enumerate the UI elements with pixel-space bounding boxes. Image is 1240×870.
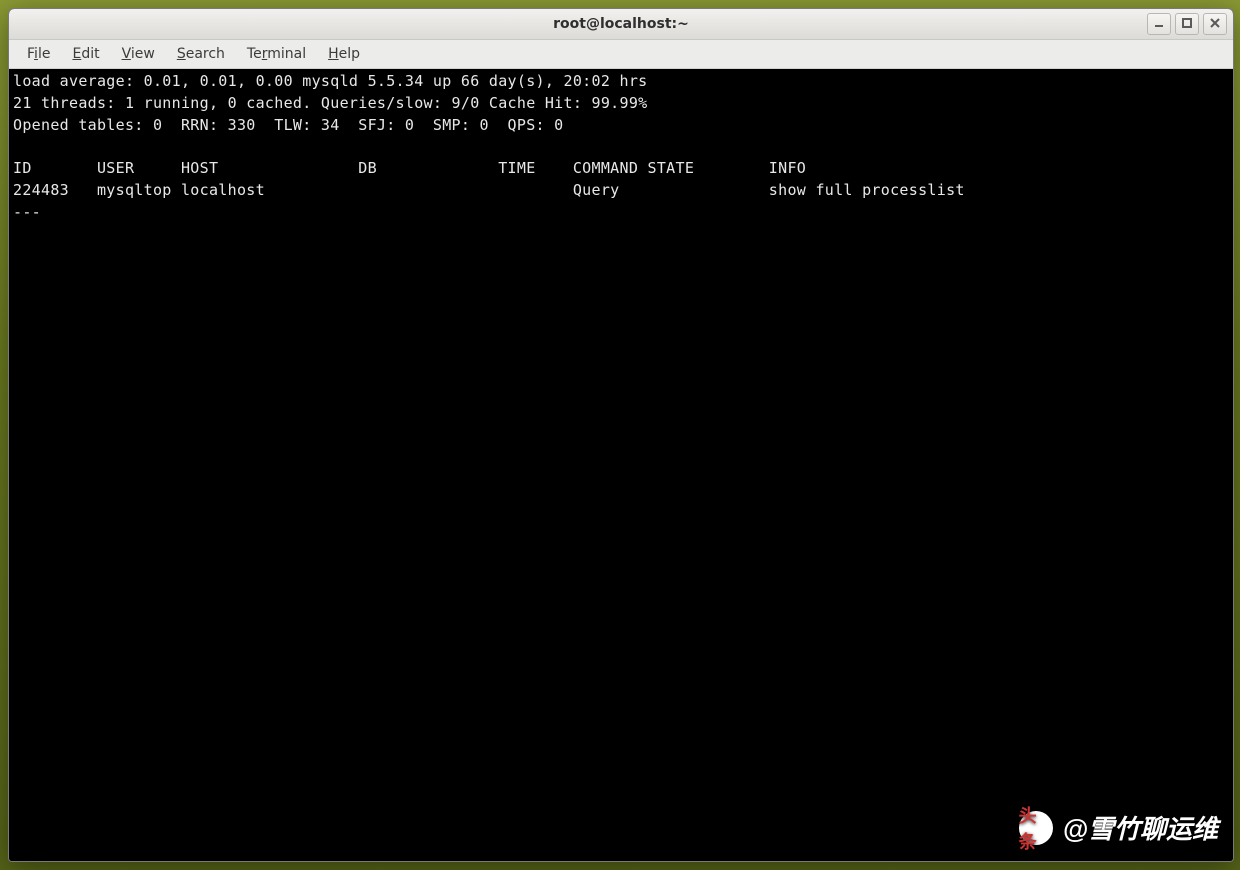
terminal-line: --- bbox=[13, 203, 41, 221]
minimize-button[interactable] bbox=[1147, 13, 1171, 35]
window-titlebar[interactable]: root@localhost:~ bbox=[9, 9, 1233, 40]
terminal-line: 21 threads: 1 running, 0 cached. Queries… bbox=[13, 94, 648, 112]
terminal-line: ID USER HOST DB TIME COMMAND STATE INFO bbox=[13, 159, 806, 177]
maximize-button[interactable] bbox=[1175, 13, 1199, 35]
terminal-line: load average: 0.01, 0.01, 0.00 mysqld 5.… bbox=[13, 72, 648, 90]
menu-file[interactable]: File bbox=[17, 43, 60, 65]
menu-help[interactable]: Help bbox=[318, 43, 370, 65]
window-title: root@localhost:~ bbox=[553, 16, 689, 32]
desktop-background: root@localhost:~ File Edit View Search T… bbox=[0, 0, 1240, 870]
menu-view[interactable]: View bbox=[112, 43, 165, 65]
close-button[interactable] bbox=[1203, 13, 1227, 35]
menu-terminal[interactable]: Terminal bbox=[237, 43, 316, 65]
terminal-line: Opened tables: 0 RRN: 330 TLW: 34 SFJ: 0… bbox=[13, 116, 564, 134]
terminal-output[interactable]: load average: 0.01, 0.01, 0.00 mysqld 5.… bbox=[9, 69, 1233, 861]
window-controls bbox=[1147, 13, 1227, 35]
menubar: File Edit View Search Terminal Help bbox=[9, 40, 1233, 69]
terminal-window: root@localhost:~ File Edit View Search T… bbox=[8, 8, 1234, 862]
maximize-icon bbox=[1182, 18, 1192, 31]
menu-edit[interactable]: Edit bbox=[62, 43, 109, 65]
minimize-icon bbox=[1154, 18, 1164, 31]
terminal-line: 224483 mysqltop localhost Query show ful… bbox=[13, 181, 965, 199]
close-icon bbox=[1210, 18, 1220, 31]
menu-search[interactable]: Search bbox=[167, 43, 235, 65]
